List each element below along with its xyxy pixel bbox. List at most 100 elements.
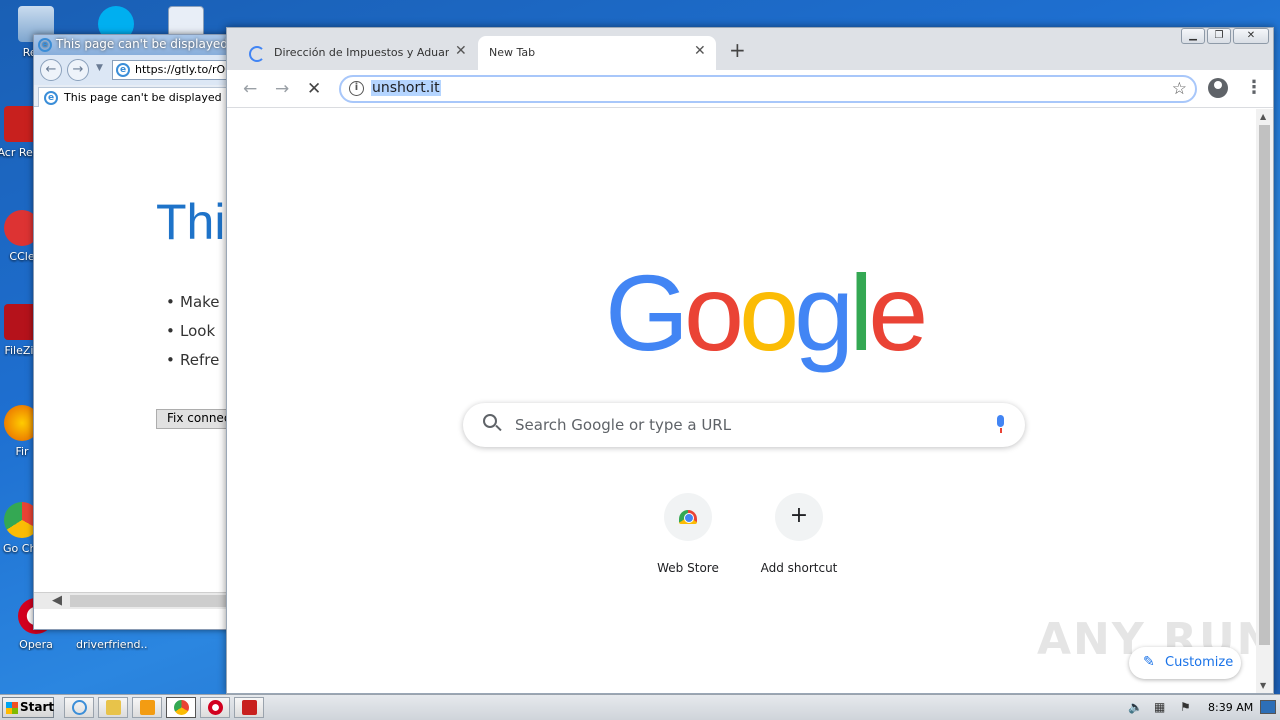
show-desktop-icon[interactable] <box>1260 700 1276 714</box>
new-tab-button[interactable]: + <box>729 40 746 60</box>
chrome-toolbar: ← → ✕ i unshort.it ☆ ⋮ <box>227 70 1273 108</box>
tab-title: New Tab <box>489 46 536 59</box>
ie-title-bar: e This page can't be displayed - <box>34 35 232 55</box>
media-player-icon <box>140 700 155 715</box>
minimize-icon[interactable]: ▁ <box>1181 28 1205 44</box>
google-logo: Google <box>605 252 928 373</box>
ie-icon: e <box>38 38 52 52</box>
site-info-icon[interactable]: i <box>349 81 364 96</box>
shortcut-label: Web Store <box>657 561 719 575</box>
desktop-icon-label: Opera <box>19 638 53 651</box>
star-icon[interactable]: ☆ <box>1172 79 1187 99</box>
shortcut-web-store[interactable]: Web Store <box>638 493 738 575</box>
ie-window: e This page can't be displayed - ← → ▼ e… <box>33 34 233 630</box>
tab-dian[interactable]: Dirección de Impuestos y Aduanas N ✕ <box>237 36 477 70</box>
ie-tab[interactable]: e This page can't be displayed <box>38 87 230 107</box>
mic-capsule <box>997 415 1004 427</box>
forward-arrow-icon[interactable]: → <box>275 79 289 99</box>
ie-error-heading: This <box>156 194 232 250</box>
kebab-menu-icon[interactable]: ⋮ <box>1245 77 1263 98</box>
taskbar-chrome[interactable] <box>166 697 196 718</box>
google-logo-letter: l <box>849 252 873 373</box>
maximize-icon[interactable]: ❐ <box>1207 28 1231 44</box>
desktop-icon-label: driverfriend... <box>76 638 148 651</box>
taskbar-acrobat[interactable] <box>234 697 264 718</box>
clock[interactable]: 8:39 AM <box>1208 701 1253 714</box>
shortcut-tile <box>664 493 712 541</box>
microphone-icon[interactable] <box>995 415 1005 435</box>
shortcut-label: Add shortcut <box>760 561 838 575</box>
taskbar: Start 🔈 ▦ ⚑ 8:39 AM <box>0 694 1280 720</box>
shortcut-tile: + <box>775 493 823 541</box>
ie-history-dropdown-icon[interactable]: ▼ <box>96 63 103 73</box>
scroll-thumb[interactable] <box>1259 125 1270 645</box>
customize-button[interactable]: ✎ Customize <box>1129 647 1241 679</box>
pencil-icon: ✎ <box>1143 654 1155 670</box>
tab-title: Dirección de Impuestos y Aduanas N <box>274 46 449 59</box>
system-tray: 🔈 ▦ ⚑ 8:39 AM <box>1124 698 1280 718</box>
ie-scroll-thumb[interactable] <box>70 595 230 607</box>
google-logo-letter: G <box>605 252 689 373</box>
stop-loading-icon[interactable]: ✕ <box>307 79 321 99</box>
taskbar-explorer[interactable] <box>98 697 128 718</box>
address-bar[interactable]: i unshort.it ☆ <box>339 75 1197 103</box>
ie-window-title: This page can't be displayed - <box>56 37 233 51</box>
chrome-icon <box>174 700 189 715</box>
shortcut-add[interactable]: + Add shortcut <box>749 493 849 575</box>
ie-tab-bar: e This page can't be displayed <box>34 85 232 107</box>
ie-error-bullet: Refre <box>166 351 219 369</box>
mic-stem <box>1000 428 1002 433</box>
start-button[interactable]: Start <box>2 697 54 718</box>
folder-icon <box>106 700 121 715</box>
taskbar-opera[interactable] <box>200 697 230 718</box>
volume-icon[interactable]: 🔈 <box>1128 700 1143 714</box>
taskbar-ie[interactable] <box>64 697 94 718</box>
scroll-down-icon[interactable]: ▼ <box>1260 681 1266 690</box>
scroll-left-icon[interactable]: ◀ <box>52 593 62 608</box>
start-label: Start <box>20 700 55 714</box>
chrome-tab-strip: Dirección de Impuestos y Aduanas N ✕ New… <box>227 28 1273 70</box>
loading-spinner-icon <box>249 46 265 62</box>
windows-logo-icon <box>6 702 18 714</box>
chrome-window: Dirección de Impuestos y Aduanas N ✕ New… <box>226 27 1274 694</box>
google-logo-letter: o <box>739 252 799 373</box>
search-input[interactable]: Search Google or type a URL <box>463 403 1025 447</box>
ie-forward-icon[interactable]: → <box>67 59 89 81</box>
chrome-vertical-scrollbar[interactable]: ▲ ▼ <box>1256 109 1273 693</box>
window-controls: ▁ ❐ ✕ <box>1179 28 1269 46</box>
google-logo-letter: e <box>868 252 928 373</box>
ie-back-icon[interactable]: ← <box>40 59 62 81</box>
ie-navigation-bar: ← → ▼ e https://gtly.to/rO6 <box>34 55 232 85</box>
network-icon[interactable]: ▦ <box>1154 700 1168 714</box>
scroll-up-icon[interactable]: ▲ <box>1260 112 1266 121</box>
google-logo-letter: g <box>794 252 854 373</box>
account-icon[interactable] <box>1208 78 1228 98</box>
ie-error-bullet: Look <box>166 322 215 340</box>
fix-connection-button[interactable]: Fix connect <box>156 409 232 429</box>
ie-address-text: https://gtly.to/rO6 <box>135 63 233 76</box>
search-icon <box>483 414 497 428</box>
acrobat-icon <box>242 700 257 715</box>
tab-close-icon[interactable]: ✕ <box>694 43 706 59</box>
ie-horizontal-scrollbar[interactable]: ◀ <box>34 592 232 609</box>
customize-label: Customize <box>1165 655 1234 670</box>
ie-error-bullet: Make <box>166 293 219 311</box>
ie-tab-title: This page can't be displayed <box>64 91 222 104</box>
action-center-flag-icon[interactable]: ⚑ <box>1180 700 1194 714</box>
search-placeholder: Search Google or type a URL <box>515 416 732 434</box>
ie-page-content: This Make Look Refre Fix connect ◀ <box>34 107 232 609</box>
tab-close-icon[interactable]: ✕ <box>455 43 467 59</box>
ie-page-icon: e <box>116 63 130 77</box>
address-url[interactable]: unshort.it <box>371 80 441 96</box>
tab-new-tab[interactable]: New Tab ✕ <box>478 36 716 70</box>
back-arrow-icon[interactable]: ← <box>243 79 257 99</box>
google-logo-letter: o <box>684 252 744 373</box>
opera-icon <box>208 700 223 715</box>
ie-icon <box>72 700 87 715</box>
taskbar-media-player[interactable] <box>132 697 162 718</box>
new-tab-page: Google Search Google or type a URL Web S… <box>227 109 1274 693</box>
ie-tab-icon: e <box>44 91 58 105</box>
window-close-icon[interactable]: ✕ <box>1233 28 1269 44</box>
ie-address-bar[interactable]: e https://gtly.to/rO6 <box>112 60 233 80</box>
web-store-icon <box>679 510 697 524</box>
